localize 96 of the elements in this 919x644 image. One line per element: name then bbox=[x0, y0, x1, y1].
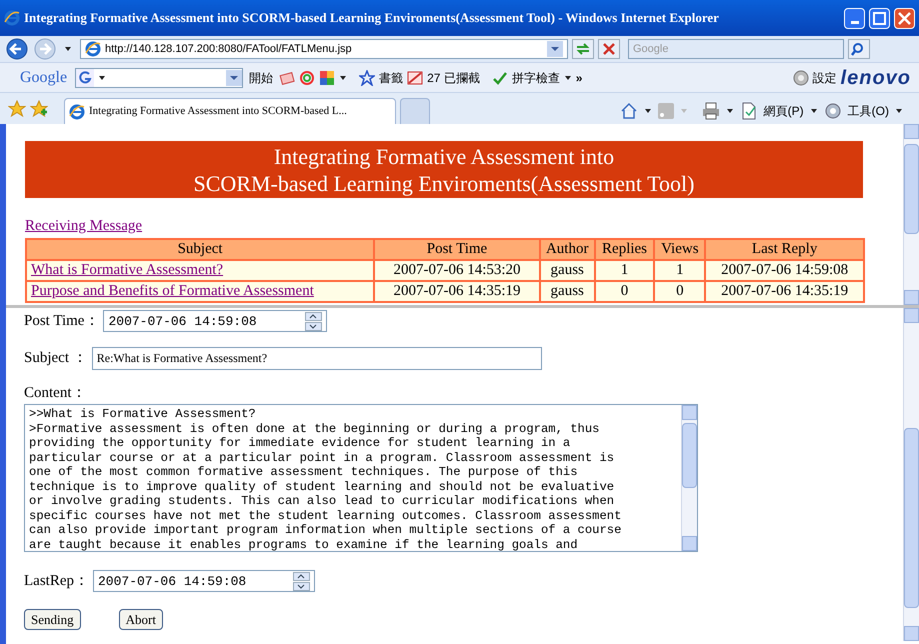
home-icon[interactable] bbox=[620, 102, 638, 120]
table-cell: 2007-07-06 14:59:08 bbox=[705, 260, 864, 281]
post-time-field[interactable]: 2007-07-06 14:59:08 bbox=[103, 310, 328, 332]
ie-icon bbox=[4, 10, 20, 26]
content-line: one of the most common formative assessment techniques. The purpose of this bbox=[29, 465, 579, 480]
subject-field[interactable]: Re:What is Formative Assessment? bbox=[92, 346, 542, 370]
table-cell: 2007-07-06 14:35:19 bbox=[705, 281, 864, 302]
content-field[interactable] bbox=[24, 404, 698, 552]
section-link[interactable]: Receiving Message bbox=[25, 217, 142, 235]
swirl-icon[interactable] bbox=[299, 70, 316, 86]
popup-blocker-button[interactable]: 27 已攔截 bbox=[427, 68, 480, 86]
spellcheck-icon bbox=[492, 70, 508, 86]
table-cell: 2007-07-06 14:35:19 bbox=[374, 281, 540, 302]
form-button[interactable]: Abort bbox=[118, 608, 163, 630]
scrollbar[interactable] bbox=[903, 124, 919, 305]
table-cell: 0 bbox=[654, 281, 706, 302]
content-line: particular course or at a particular point in a program. Classroom assessment is bbox=[29, 450, 616, 465]
go-button[interactable]: 開始 bbox=[247, 68, 276, 86]
minimize-icon bbox=[850, 20, 858, 24]
scrollbar[interactable] bbox=[903, 308, 919, 641]
table-cell: 2007-07-06 14:53:20 bbox=[374, 260, 540, 281]
spellcheck-button[interactable]: 拼字檢查 bbox=[512, 68, 560, 86]
maximize-button[interactable] bbox=[869, 8, 890, 28]
content-line: providing the opportunity for immediate evidence for student learning in a bbox=[29, 436, 572, 450]
minimize-button[interactable] bbox=[844, 8, 865, 28]
blocks-icon[interactable] bbox=[319, 70, 336, 86]
address-field[interactable]: http://140.128.107.200:8080/FATool/FATLMenu.jsp bbox=[80, 39, 568, 59]
refresh-icon[interactable] bbox=[572, 39, 594, 59]
field-label: Post Time： bbox=[24, 312, 100, 331]
table-cell: gauss bbox=[540, 260, 595, 281]
forward-icon[interactable] bbox=[34, 38, 56, 60]
table-cell: gauss bbox=[540, 281, 595, 302]
content-line: >>What is Formative Assessment? bbox=[29, 407, 257, 422]
more-button[interactable]: » bbox=[576, 68, 582, 86]
table-cell: 0 bbox=[594, 281, 654, 302]
card-icon[interactable] bbox=[279, 70, 296, 86]
maximize-icon bbox=[873, 12, 886, 24]
column-header: Replies bbox=[594, 239, 654, 260]
column-header: Last Reply bbox=[705, 239, 864, 260]
page-menu[interactable]: 網頁(P) bbox=[764, 102, 804, 120]
g-icon bbox=[76, 68, 94, 86]
content-line: can also provide important program information when multiple sections of a course bbox=[29, 523, 622, 538]
close-icon bbox=[898, 12, 911, 24]
caret-icon[interactable] bbox=[339, 74, 348, 82]
field-label: LastRep： bbox=[24, 572, 89, 591]
add-favorite-icon[interactable] bbox=[30, 100, 48, 118]
caret-icon[interactable] bbox=[644, 107, 652, 115]
content-line: are taught because it enables programs to examine if the learning goals and bbox=[29, 538, 579, 551]
field-label: Subject ： bbox=[24, 348, 88, 368]
favorites-star-icon[interactable] bbox=[8, 100, 26, 118]
banner-title: Integrating Formative Assessment into bbox=[274, 142, 614, 170]
column-header: Post Time bbox=[374, 239, 540, 260]
page-icon bbox=[740, 102, 758, 120]
scrollbar[interactable] bbox=[681, 405, 697, 551]
bookmarks-button[interactable]: 書籤 bbox=[379, 68, 404, 86]
ie-icon bbox=[85, 41, 101, 57]
back-icon[interactable] bbox=[4, 38, 30, 60]
close-button[interactable] bbox=[894, 8, 915, 28]
column-header: Subject bbox=[26, 239, 374, 260]
tools-menu[interactable]: 工具(O) bbox=[848, 102, 889, 120]
search-field[interactable]: Google bbox=[628, 39, 844, 59]
last-rep-field[interactable]: 2007-07-06 14:59:08 bbox=[93, 570, 315, 592]
content-line: specific courses have not met the student learning outcomes. Classroom assessment bbox=[29, 508, 622, 523]
ie-icon bbox=[69, 104, 85, 120]
caret-icon bbox=[98, 74, 106, 82]
google-logo: Google bbox=[20, 68, 68, 88]
caret-icon bbox=[895, 107, 903, 115]
content-line: >Formative assessment is often done at the beginning or during a program, thus bbox=[29, 422, 600, 436]
google-search-field[interactable] bbox=[75, 68, 244, 88]
caret-icon bbox=[810, 107, 818, 115]
table-cell: 1 bbox=[594, 260, 654, 281]
browser-tab[interactable]: Integrating Formative Assessment into SCORM-based L... bbox=[64, 98, 396, 124]
column-header: Views bbox=[654, 239, 706, 260]
spinner-icon bbox=[293, 572, 310, 591]
search-icon[interactable] bbox=[848, 39, 870, 59]
stop-icon[interactable] bbox=[598, 39, 620, 59]
table-cell: 1 bbox=[654, 260, 706, 281]
dropdown-icon bbox=[226, 70, 242, 86]
printer-icon[interactable] bbox=[702, 102, 720, 120]
caret-icon bbox=[564, 74, 572, 82]
column-header: Author bbox=[540, 239, 595, 260]
field-label: Content： bbox=[24, 384, 88, 402]
window-title: Integrating Formative Assessment into SCORM-based Learning Enviroments(Assessment Tool) - Windows Internet Explorer bbox=[24, 9, 720, 28]
caret-icon[interactable] bbox=[64, 45, 72, 53]
brand-logo: lenovo bbox=[840, 66, 911, 90]
block-icon bbox=[407, 70, 424, 86]
banner-title: SCORM-based Learning Enviroments(Assessment Tool) bbox=[194, 170, 694, 196]
settings-button[interactable]: 設定 bbox=[812, 68, 837, 86]
content-line: technique is to improve quality of student learning and should not be evaluative bbox=[29, 480, 616, 494]
content-line: or involve grading students. This can also lead to curricular modifications when bbox=[29, 494, 616, 508]
spinner-icon bbox=[305, 312, 322, 331]
form-button[interactable]: Sending bbox=[24, 608, 81, 630]
star-icon bbox=[359, 70, 376, 86]
dropdown-icon[interactable] bbox=[547, 41, 563, 57]
caret-icon[interactable] bbox=[726, 107, 734, 115]
url-text: http://140.128.107.200:8080/FATool/FATLMenu.jsp bbox=[105, 42, 353, 57]
